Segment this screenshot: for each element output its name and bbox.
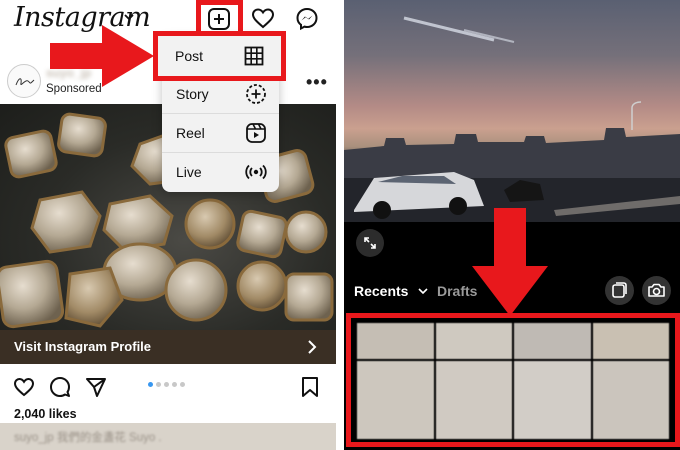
photo-thumbnail[interactable] (592, 323, 669, 359)
visit-profile-bar[interactable]: Visit Instagram Profile (0, 330, 336, 364)
camera-icon (648, 283, 665, 297)
grid-icon (244, 46, 264, 66)
reel-icon (246, 123, 266, 143)
like-heart-icon[interactable] (13, 376, 35, 398)
selected-photo-preview (344, 0, 680, 222)
tab-recents[interactable]: Recents (354, 283, 408, 299)
bookmark-icon[interactable] (299, 376, 321, 398)
menu-item-label: Reel (176, 125, 205, 141)
photo-thumbnail[interactable] (514, 361, 591, 439)
carousel-dot (164, 382, 169, 387)
avatar[interactable] (7, 64, 41, 98)
chevron-down-icon[interactable] (122, 10, 136, 24)
photo-thumbnail[interactable] (435, 323, 512, 359)
chevron-right-icon (308, 340, 317, 354)
share-icon[interactable] (85, 376, 107, 398)
photo-thumbnail-grid (357, 323, 669, 439)
multi-select-button[interactable] (605, 276, 634, 305)
photo-grid-highlight (346, 313, 680, 447)
messenger-icon[interactable] (294, 6, 320, 32)
carousel-dot (172, 382, 177, 387)
post-option-highlight[interactable]: Post (153, 31, 286, 81)
photo-thumbnail[interactable] (514, 323, 591, 359)
instagram-feed-screen: Instagram suyo_jp Sponsored ••• Visit In… (0, 0, 336, 450)
multi-select-icon (612, 282, 627, 298)
photo-thumbnail[interactable] (357, 361, 434, 439)
photo-thumbnail[interactable] (435, 361, 512, 439)
new-post-gallery-screen: Recents Drafts (344, 0, 680, 450)
heart-icon[interactable] (250, 6, 276, 32)
menu-item-label: Story (176, 86, 209, 102)
expand-preview-button[interactable] (356, 229, 384, 257)
expand-icon (364, 237, 376, 249)
carousel-dot (148, 382, 153, 387)
photo-thumbnail[interactable] (357, 323, 434, 359)
carousel-dot (180, 382, 185, 387)
chevron-down-icon[interactable] (418, 287, 428, 295)
carousel-dot (156, 382, 161, 387)
likes-count[interactable]: 2,040 likes (14, 407, 77, 421)
red-arrow-down-icon (472, 208, 548, 316)
photo-thumbnail[interactable] (592, 361, 669, 439)
carousel-indicator (148, 382, 185, 387)
story-plus-icon (246, 84, 266, 104)
sunset-city-illustration (344, 16, 680, 222)
visit-profile-label: Visit Instagram Profile (14, 339, 152, 354)
menu-item-live[interactable]: Live (162, 153, 279, 192)
caption-area: suyo_jp 我們的金盞花 Suyo . (0, 423, 336, 450)
menu-item-label: Post (175, 48, 204, 64)
signature-logo-icon (15, 78, 35, 86)
red-arrow-right-icon (50, 25, 154, 87)
camera-button[interactable] (642, 276, 671, 305)
live-broadcast-icon (245, 164, 267, 180)
caption-text: suyo_jp 我們的金盞花 Suyo . (14, 432, 162, 444)
menu-item-reel[interactable]: Reel (162, 114, 279, 153)
more-options-icon[interactable]: ••• (306, 72, 328, 93)
menu-item-label: Live (176, 164, 202, 180)
comment-icon[interactable] (49, 376, 71, 398)
